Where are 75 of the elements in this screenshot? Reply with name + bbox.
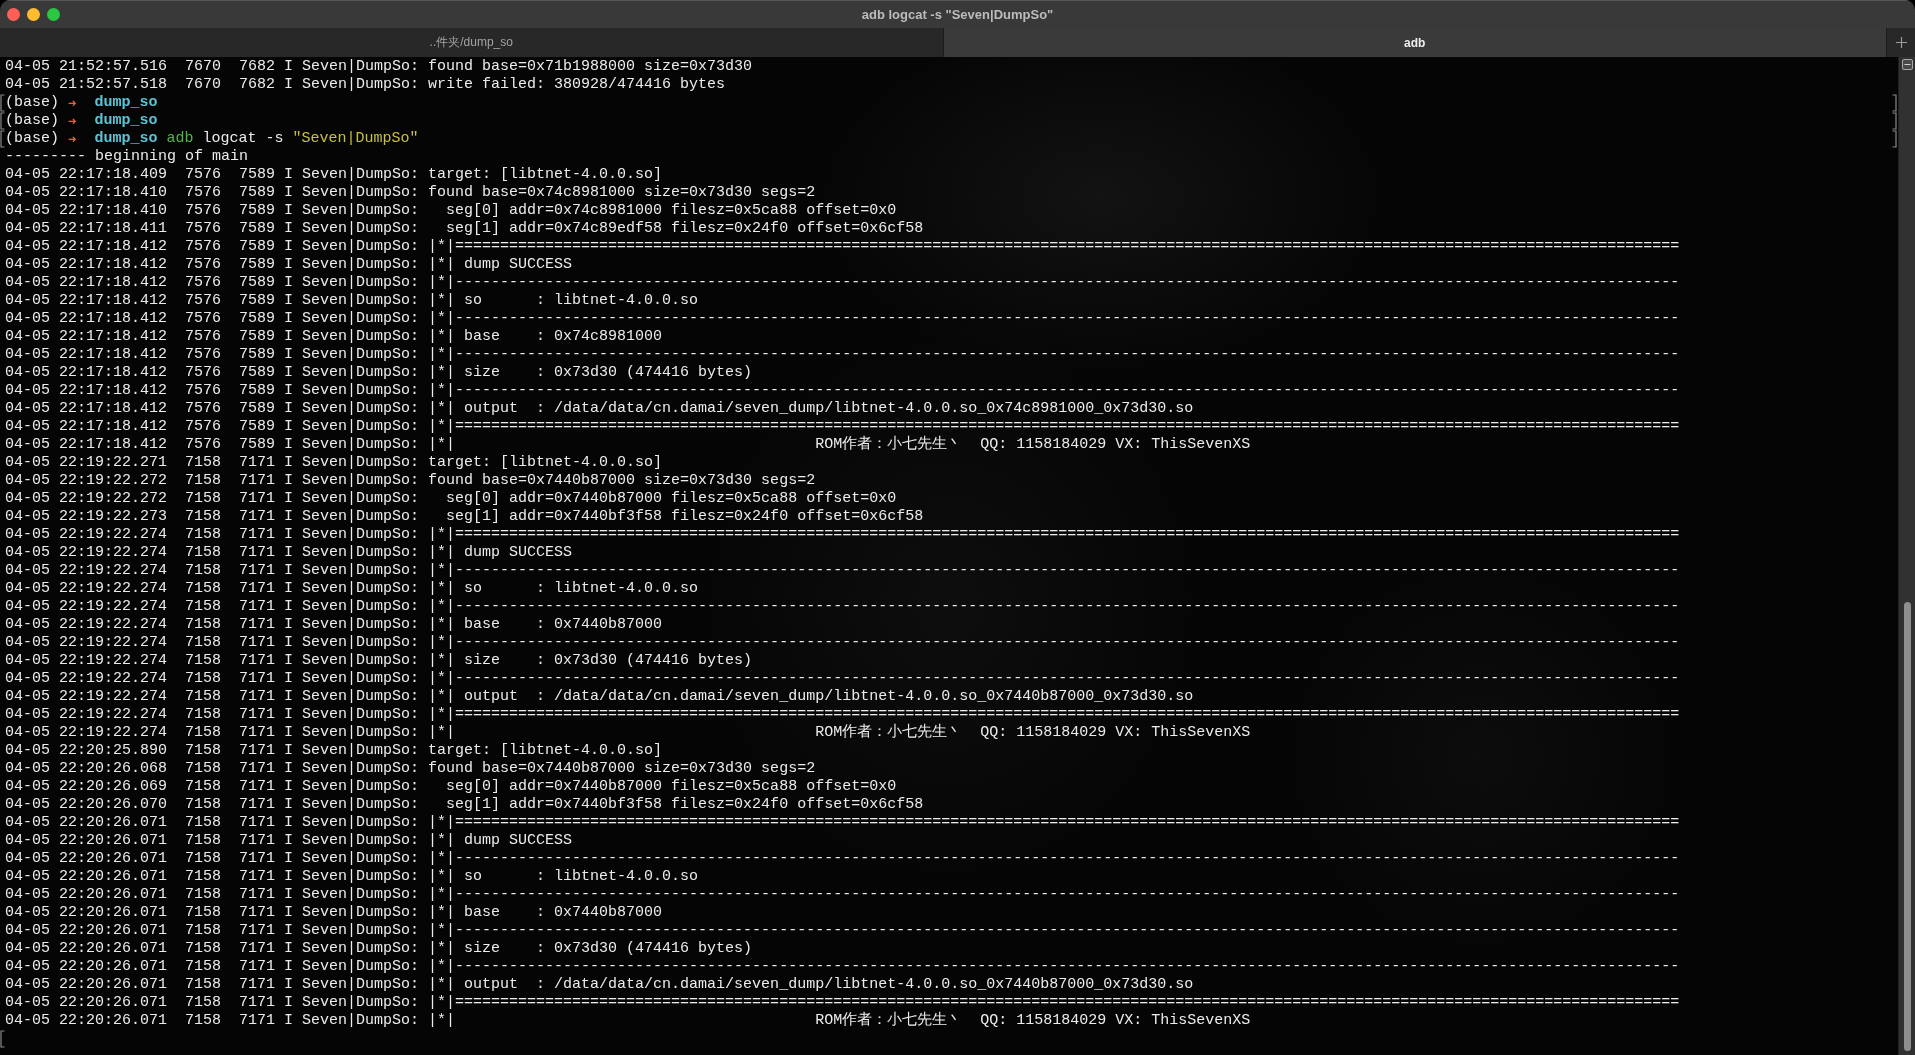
prompt-arrow: ➜ [68, 94, 77, 112]
log-line: 04-05 22:19:22.274 7158 7171 I Seven|DumpSo: |*|---------------------------------------------------------------------------------------------------------------------------------------- [5, 598, 1680, 616]
log-line: 04-05 22:19:22.274 7158 7171 I Seven|DumpSo: |*|---------------------------------------------------------------------------------------------------------------------------------------- [5, 670, 1680, 688]
log-line: 04-05 22:17:18.412 7576 7589 I Seven|DumpSo: |*|---------------------------------------------------------------------------------------------------------------------------------------- [5, 346, 1680, 364]
log-line: 04-05 22:19:22.274 7158 7171 I Seven|DumpSo: |*| base : 0x7440b87000 [5, 616, 663, 634]
log-line: 04-05 22:19:22.272 7158 7171 I Seven|DumpSo: seg[0] addr=0x7440b87000 filesz=0x5ca88 offset=0x0 [5, 490, 897, 508]
prompt-arrow: ➜ [68, 130, 77, 148]
log-line: 04-05 22:17:18.410 7576 7589 I Seven|DumpSo: seg[0] addr=0x74c8981000 filesz=0x5ca88 offset=0x0 [5, 202, 897, 220]
log-line: 04-05 22:20:26.071 7158 7171 I Seven|DumpSo: |*| output : /data/data/cn.damai/seven_dump/libtnet-4.0.0.so_0x7440b87000_0x73d30.so [5, 976, 1194, 994]
log-line: 04-05 22:17:18.409 7576 7589 I Seven|DumpSo: target: [libtnet-4.0.0.so] [5, 166, 663, 184]
directory-name: dump_so [94, 130, 158, 148]
log-line: 04-05 22:17:18.412 7576 7589 I Seven|DumpSo: |*|---------------------------------------------------------------------------------------------------------------------------------------- [5, 274, 1680, 292]
log-line: 04-05 22:19:22.274 7158 7171 I Seven|DumpSo: |*| so : libtnet-4.0.0.so [5, 580, 699, 598]
log-line: 04-05 22:17:18.412 7576 7589 I Seven|DumpSo: |*| ROM作者：小七先生丶 QQ: 1158184029 VX: ThisSevenXS [5, 436, 1251, 454]
log-line: 04-05 22:19:22.274 7158 7171 I Seven|DumpSo: |*|======================================================================================================================================== [5, 526, 1680, 544]
quoted-argument: "Seven|DumpSo" [292, 130, 419, 148]
log-line: 04-05 22:20:26.068 7158 7171 I Seven|DumpSo: found base=0x7440b87000 size=0x73d30 segs=2 [5, 760, 816, 778]
log-line: 04-05 22:19:22.274 7158 7171 I Seven|DumpSo: |*| size : 0x73d30 (474416 bytes) [5, 652, 753, 670]
log-line: 04-05 21:52:57.518 7670 7682 I Seven|DumpSo: write failed: 380928/474416 bytes [5, 76, 726, 94]
log-line: 04-05 22:20:26.071 7158 7171 I Seven|DumpSo: |*|---------------------------------------------------------------------------------------------------------------------------------------- [5, 958, 1680, 976]
scrollbar[interactable] [1898, 57, 1915, 1055]
log-line: 04-05 22:17:18.412 7576 7589 I Seven|DumpSo: |*| output : /data/data/cn.damai/seven_dump/libtnet-4.0.0.so_0x74c8981000_0x73d30.so [5, 400, 1194, 418]
new-tab-button[interactable] [1886, 28, 1915, 57]
minus-square-icon [1901, 59, 1913, 70]
command-name: adb [166, 130, 194, 148]
log-line: 04-05 22:20:26.071 7158 7171 I Seven|DumpSo: |*|---------------------------------------------------------------------------------------------------------------------------------------- [5, 850, 1680, 868]
log-line: 04-05 22:20:26.071 7158 7171 I Seven|DumpSo: |*|======================================================================================================================================== [5, 814, 1680, 832]
log-line: 04-05 22:20:26.071 7158 7171 I Seven|DumpSo: |*| ROM作者：小七先生丶 QQ: 1158184029 VX: ThisSevenXS [5, 1012, 1251, 1030]
plus-icon [1895, 37, 1907, 48]
log-line: 04-05 22:17:18.412 7576 7589 I Seven|DumpSo: |*| dump SUCCESS [5, 256, 573, 274]
log-line: 04-05 22:19:22.274 7158 7171 I Seven|DumpSo: |*| ROM作者：小七先生丶 QQ: 1158184029 VX: ThisSevenXS [5, 724, 1251, 742]
log-line: 04-05 22:17:18.412 7576 7589 I Seven|DumpSo: |*|======================================================================================================================================== [5, 238, 1680, 256]
log-line: 04-05 22:19:22.272 7158 7171 I Seven|DumpSo: found base=0x7440b87000 size=0x73d30 segs=2 [5, 472, 816, 490]
log-line: 04-05 22:19:22.274 7158 7171 I Seven|DumpSo: |*| dump SUCCESS [5, 544, 573, 562]
log-line: 04-05 22:20:26.071 7158 7171 I Seven|DumpSo: |*|---------------------------------------------------------------------------------------------------------------------------------------- [5, 922, 1680, 940]
log-line: 04-05 22:19:22.274 7158 7171 I Seven|DumpSo: |*|---------------------------------------------------------------------------------------------------------------------------------------- [5, 562, 1680, 580]
directory-name: dump_so [94, 94, 158, 112]
minimize-button[interactable] [27, 8, 40, 21]
environment-name: (base) [5, 130, 59, 148]
zoom-button[interactable] [47, 8, 60, 21]
log-line: 04-05 22:17:18.412 7576 7589 I Seven|DumpSo: |*|---------------------------------------------------------------------------------------------------------------------------------------- [5, 382, 1680, 400]
log-line: 04-05 22:17:18.412 7576 7589 I Seven|DumpSo: |*| base : 0x74c8981000 [5, 328, 663, 346]
log-line: 04-05 22:20:26.071 7158 7171 I Seven|DumpSo: |*| dump SUCCESS [5, 832, 573, 850]
log-line: 04-05 22:20:25.890 7158 7171 I Seven|DumpSo: target: [libtnet-4.0.0.so] [5, 742, 663, 760]
window-title: adb logcat -s "Seven|DumpSo" [861, 7, 1054, 22]
log-line: 04-05 22:19:22.274 7158 7171 I Seven|DumpSo: |*| output : /data/data/cn.damai/seven_dump/libtnet-4.0.0.so_0x7440b87000_0x73d30.so [5, 688, 1194, 706]
log-line: 04-05 22:17:18.412 7576 7589 I Seven|DumpSo: |*|======================================================================================================================================== [5, 418, 1680, 435]
log-line: 04-05 22:17:18.412 7576 7589 I Seven|DumpSo: |*| so : libtnet-4.0.0.so [5, 292, 699, 310]
bracket-mark-icon [0, 1030, 5, 1048]
scrollbar-thumb[interactable] [1903, 602, 1911, 1051]
log-line: 04-05 22:17:18.412 7576 7589 I Seven|DumpSo: |*| size : 0x73d30 (474416 bytes) [5, 364, 753, 382]
log-line: 04-05 22:19:22.273 7158 7171 I Seven|DumpSo: seg[1] addr=0x7440bf3f58 filesz=0x24f0 offset=0x6cf58 [5, 508, 924, 526]
prompt-arrow: ➜ [68, 112, 77, 130]
log-line: 04-05 22:19:22.274 7158 7171 I Seven|DumpSo: |*|======================================================================================================================================== [5, 706, 1680, 723]
log-line: 04-05 22:17:18.410 7576 7589 I Seven|DumpSo: found base=0x74c8981000 size=0x73d30 segs=2 [5, 184, 816, 202]
command-arguments: logcat -s [202, 130, 284, 148]
tab[interactable]: adb [943, 28, 1886, 57]
environment-name: (base) [5, 112, 59, 130]
directory-name: dump_so [94, 112, 158, 130]
log-line: 04-05 22:19:22.271 7158 7171 I Seven|DumpSo: target: [libtnet-4.0.0.so] [5, 454, 663, 472]
log-line: 04-05 22:17:18.411 7576 7589 I Seven|DumpSo: seg[1] addr=0x74c89edf58 filesz=0x24f0 offset=0x6cf58 [5, 220, 924, 238]
log-line: 04-05 22:20:26.070 7158 7171 I Seven|DumpSo: seg[1] addr=0x7440bf3f58 filesz=0x24f0 offset=0x6cf58 [5, 796, 924, 814]
environment-name: (base) [5, 94, 59, 112]
log-line: 04-05 22:20:26.071 7158 7171 I Seven|DumpSo: |*|---------------------------------------------------------------------------------------------------------------------------------------- [5, 886, 1680, 904]
log-line: 04-05 22:20:26.071 7158 7171 I Seven|DumpSo: |*|======================================================================================================================================== [5, 994, 1680, 1011]
tab[interactable]: ..件夹/dump_so [0, 28, 944, 57]
log-buffer-header: --------- beginning of main [5, 148, 249, 166]
log-line: 04-05 21:52:57.516 7670 7682 I Seven|DumpSo: found base=0x71b1988000 size=0x73d30 [5, 58, 753, 76]
close-button[interactable] [7, 8, 20, 21]
log-line: 04-05 22:19:22.274 7158 7171 I Seven|DumpSo: |*|---------------------------------------------------------------------------------------------------------------------------------------- [5, 634, 1680, 652]
log-line: 04-05 22:17:18.412 7576 7589 I Seven|DumpSo: |*|---------------------------------------------------------------------------------------------------------------------------------------- [5, 310, 1680, 328]
log-line: 04-05 22:20:26.069 7158 7171 I Seven|DumpSo: seg[0] addr=0x7440b87000 filesz=0x5ca88 offset=0x0 [5, 778, 897, 796]
log-line: 04-05 22:20:26.071 7158 7171 I Seven|DumpSo: |*| so : libtnet-4.0.0.so [5, 868, 699, 886]
log-line: 04-05 22:20:26.071 7158 7171 I Seven|DumpSo: |*| size : 0x73d30 (474416 bytes) [5, 940, 753, 958]
log-line: 04-05 22:20:26.071 7158 7171 I Seven|DumpSo: |*| base : 0x7440b87000 [5, 904, 663, 922]
